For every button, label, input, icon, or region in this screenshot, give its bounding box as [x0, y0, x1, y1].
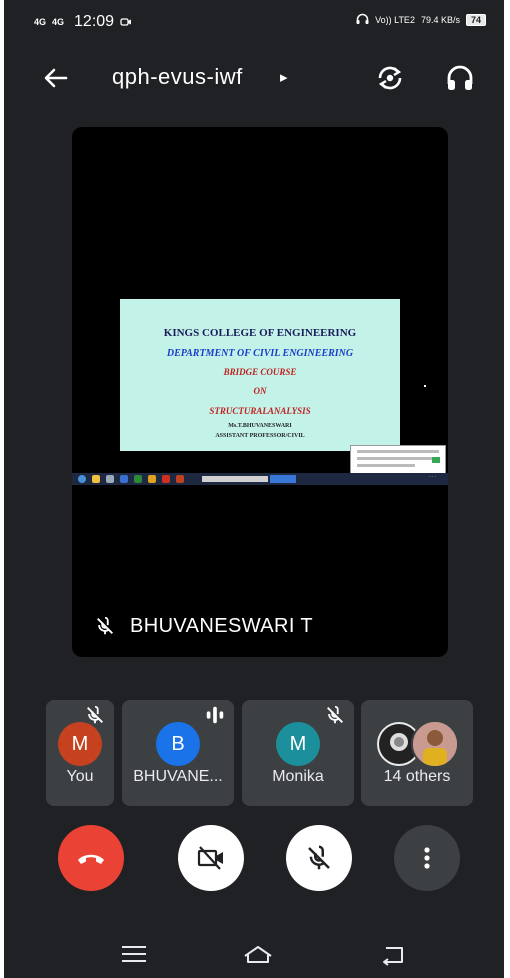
avatar: B	[156, 722, 200, 766]
avatar	[411, 720, 459, 768]
battery-indicator: 74	[465, 14, 486, 26]
slide-line-5: STRUCTURALANALYSIS	[209, 406, 311, 416]
system-navigation-bar	[4, 928, 504, 978]
headphones-status-icon	[356, 13, 369, 27]
participant-tile-bhuvaneswari[interactable]: B BHUVANE...	[122, 700, 234, 806]
network-2-indicator: 4G	[52, 16, 65, 27]
more-options-button[interactable]	[394, 825, 460, 891]
home-button[interactable]	[242, 940, 274, 968]
network-speed: 79.4 KB/s	[420, 15, 460, 25]
mic-off-icon	[94, 616, 116, 637]
slide-line-3: BRIDGE COURSE	[223, 367, 297, 377]
slide-line-4: ON	[253, 386, 267, 396]
menu-icon	[122, 946, 146, 962]
more-vert-icon	[424, 847, 430, 869]
participant-name: BHUVANE...	[133, 768, 223, 785]
slide-line-6: Ms.T.BHUVANESWARI	[228, 423, 292, 429]
camera-toggle-button[interactable]	[178, 825, 244, 891]
phone-screen: 4G 4G 12:09 Vo)) LTE2 79.4 KB/s 74 qph-e…	[4, 0, 504, 978]
active-speaker-label: BHUVANESWARI T	[94, 611, 313, 641]
call-controls	[4, 825, 504, 895]
volte-indicator: Vo)) LTE2	[375, 15, 415, 25]
slide-line-1: KINGS COLLEGE OF ENGINEERING	[163, 327, 357, 339]
back-nav-icon	[383, 947, 403, 966]
meeting-header: qph-evus-iwf ▸	[4, 50, 504, 106]
screen-share-popup	[350, 445, 446, 475]
participant-name: 14 others	[383, 768, 451, 785]
participant-name: Monika	[272, 768, 324, 785]
screen-record-icon	[120, 14, 132, 30]
audio-output-button[interactable]	[444, 62, 476, 94]
network-1-indicator: 4G	[34, 16, 47, 27]
headphones-icon	[447, 65, 473, 90]
clock: 12:09	[74, 13, 115, 30]
participant-tile-others[interactable]: 14 others	[361, 700, 473, 806]
participant-tile-you[interactable]: M You	[46, 700, 114, 806]
avatar: M	[276, 722, 320, 766]
end-call-button[interactable]	[58, 825, 124, 891]
avatar: M	[58, 722, 102, 766]
presentation-slide: KINGS COLLEGE OF ENGINEERING DEPARTMENT …	[120, 299, 400, 451]
back-button[interactable]	[40, 62, 72, 94]
switch-camera-button[interactable]	[374, 62, 406, 94]
call-end-icon	[78, 854, 104, 864]
arrow-back-icon	[44, 68, 68, 88]
slide-line-7: ASSISTANT PROFESSOR/CIVIL	[215, 433, 305, 439]
participant-tile-monika[interactable]: M Monika	[242, 700, 354, 806]
shared-screen-taskbar: · · ·	[72, 473, 448, 485]
participant-strip: M You B BHUVANE... M Monika 14 others	[46, 700, 474, 806]
recent-apps-button[interactable]	[118, 940, 150, 968]
speaker-name: BHUVANESWARI T	[130, 614, 314, 637]
participant-name: You	[66, 768, 94, 785]
mic-off-icon	[308, 845, 330, 870]
flip-camera-icon	[378, 66, 402, 90]
videocam-off-icon	[197, 846, 223, 870]
mic-toggle-button[interactable]	[286, 825, 352, 891]
slide-line-2: DEPARTMENT OF CIVIL ENGINEERING	[166, 348, 354, 359]
meeting-code[interactable]: qph-evus-iwf	[112, 64, 243, 90]
speaking-indicator-icon	[204, 704, 226, 726]
main-video-stage[interactable]: KINGS COLLEGE OF ENGINEERING DEPARTMENT …	[72, 127, 448, 657]
home-icon	[244, 946, 272, 963]
back-nav-button[interactable]	[376, 940, 408, 968]
status-bar: 4G 4G 12:09 Vo)) LTE2 79.4 KB/s 74	[4, 0, 504, 44]
meeting-details-caret-icon[interactable]: ▸	[280, 68, 288, 86]
mic-off-icon	[324, 704, 346, 726]
